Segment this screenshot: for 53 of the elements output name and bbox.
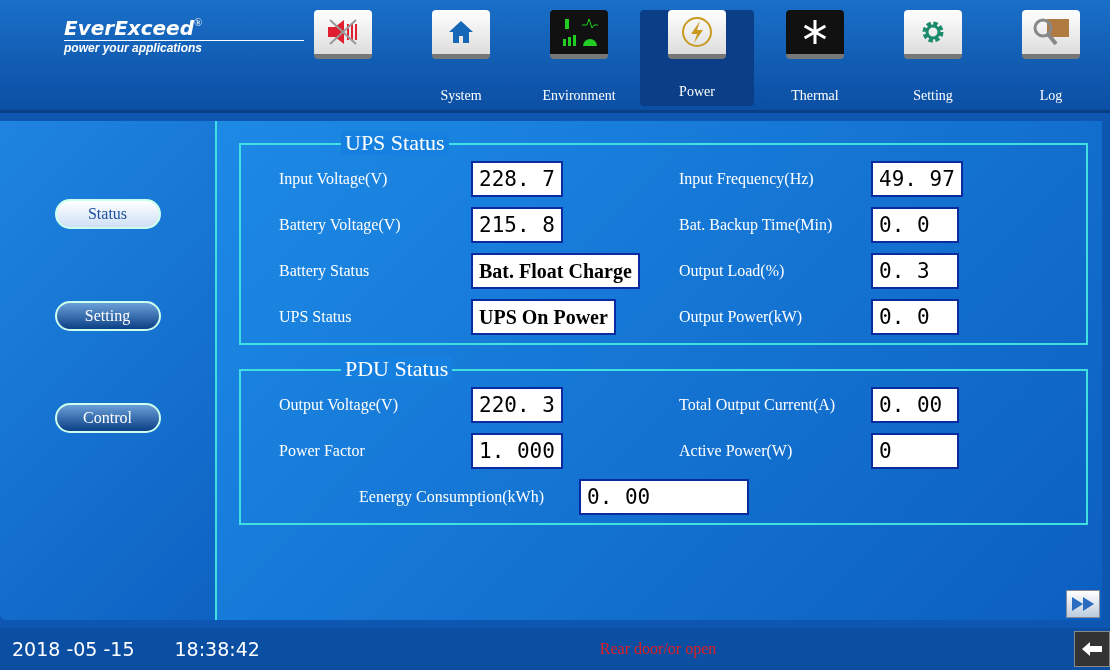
home-icon	[448, 19, 474, 45]
date-text: 2018 -05 -15	[12, 638, 135, 660]
nav-tab[interactable]: Setting	[876, 0, 990, 110]
nav-tab[interactable]: Power	[640, 10, 754, 106]
gear-icon	[920, 19, 946, 45]
value-field: 49. 97	[871, 161, 963, 197]
nav-tab[interactable]: Log	[994, 0, 1108, 110]
field-label: Eenergy Consumption(kWh)	[359, 488, 545, 506]
field-label: UPS Status	[279, 308, 353, 326]
field-label: Output Voltage(V)	[279, 396, 399, 414]
field-label: Output Load(%)	[679, 262, 786, 280]
nav-tab[interactable]: Thermal	[758, 0, 872, 110]
back-button[interactable]	[1074, 631, 1110, 667]
speaker-muted-icon	[326, 18, 360, 46]
magnifier-folder-icon	[1031, 17, 1071, 47]
value-field: 220. 3	[471, 387, 563, 423]
value-field: 215. 8	[471, 207, 563, 243]
value-field: 0	[871, 433, 959, 469]
field-label: Input Frequency(Hz)	[679, 170, 815, 188]
left-arrow-icon	[1082, 642, 1102, 656]
logo-tagline: power your applications	[64, 40, 204, 55]
snowflake-icon	[801, 18, 829, 46]
nav-tab[interactable]: System	[404, 0, 518, 110]
value-field: UPS On Power	[471, 299, 616, 335]
field-label: Active Power(W)	[679, 442, 794, 460]
double-arrow-icon	[1072, 597, 1094, 611]
value-field: Bat. Float Charge	[471, 253, 640, 289]
field-label: Battery Voltage(V)	[279, 216, 402, 234]
group-title: PDU Status	[341, 357, 453, 381]
field-label: Battery Status	[279, 262, 371, 280]
field-label: Power Factor	[279, 442, 366, 460]
field-label: Total Output Current(A)	[679, 396, 837, 414]
registered-mark: ®	[194, 15, 203, 28]
value-field: 0. 0	[871, 299, 959, 335]
sidebar-button[interactable]: Control	[54, 403, 161, 433]
field-label: Bat. Backup Time(Min)	[679, 216, 834, 234]
nav-tab[interactable]: Environment	[522, 0, 636, 110]
brand-name: EverExceed	[64, 15, 194, 40]
sidebar-button[interactable]: Status	[54, 199, 161, 229]
value-field: 0. 00	[871, 387, 959, 423]
value-field: 228. 7	[471, 161, 563, 197]
value-field: 0. 00	[579, 479, 749, 515]
value-field: 0. 0	[871, 207, 959, 243]
field-label: Input Voltage(V)	[279, 170, 389, 188]
next-page-button[interactable]	[1066, 590, 1100, 618]
field-label: Output Power(kW)	[679, 308, 804, 326]
time-text: 18:38:42	[174, 638, 260, 660]
sidebar-button[interactable]: Setting	[54, 301, 161, 331]
lightning-icon	[681, 16, 713, 48]
alarm-message: Rear door/or open	[599, 640, 717, 658]
value-field: 0. 3	[871, 253, 959, 289]
value-field: 1. 000	[471, 433, 563, 469]
group-title: UPS Status	[341, 131, 449, 155]
